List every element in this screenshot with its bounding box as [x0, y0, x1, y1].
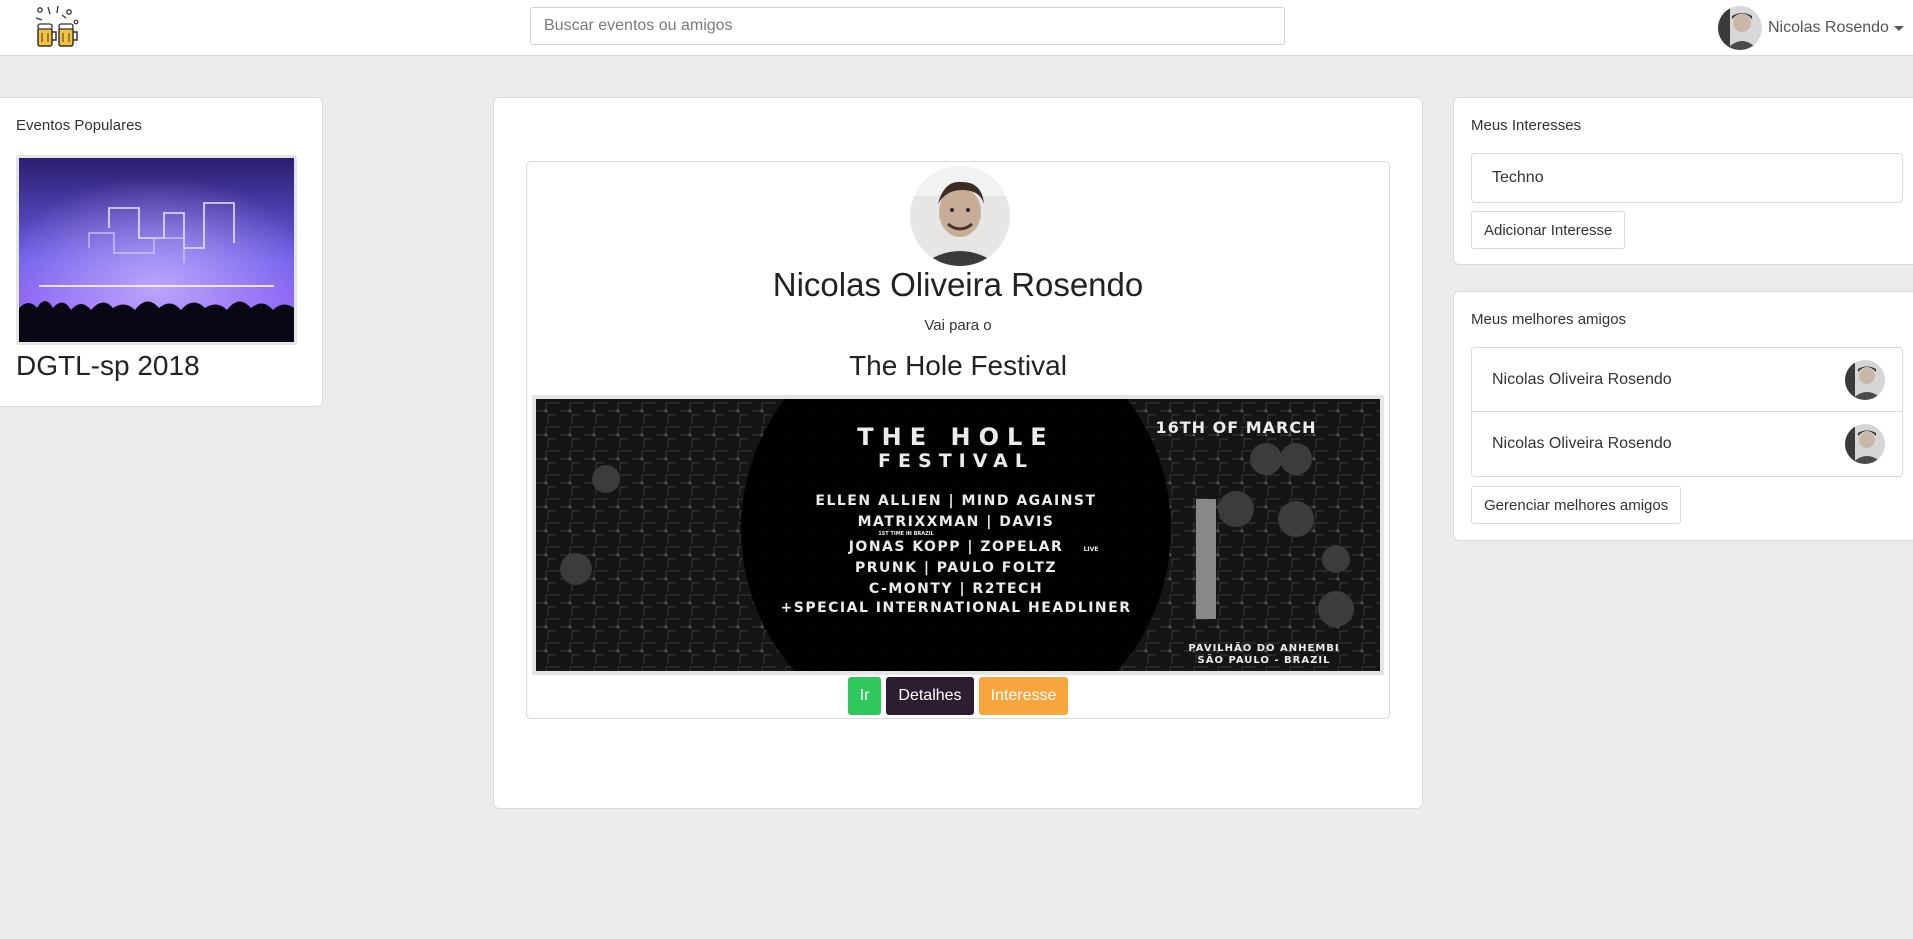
avatar[interactable] [910, 166, 1010, 266]
interests-card: Meus Interesses Techno Adicionar Interes… [1453, 97, 1913, 265]
user-menu-dropdown[interactable]: Nicolas Rosendo [1718, 4, 1904, 52]
feed-person-name[interactable]: Nicolas Oliveira Rosendo [527, 266, 1389, 304]
top-navbar: Nicolas Rosendo [0, 0, 1913, 56]
manage-best-friends-button[interactable]: Gerenciar melhores amigos [1471, 486, 1682, 524]
popular-event-image[interactable] [16, 155, 297, 345]
beer-celebration-logo-icon[interactable] [32, 4, 82, 50]
friend-name: Nicolas Oliveira Rosendo [1492, 435, 1672, 452]
poster-live-tag: LIVE [1084, 546, 1099, 553]
interest-item[interactable]: Techno [1472, 154, 1902, 202]
feed-action-text: Vai para o [924, 317, 992, 334]
popular-events-card: Eventos Populares DGTL-sp 2018 [0, 97, 323, 407]
user-name: Nicolas Rosendo [1768, 19, 1889, 36]
details-button[interactable]: Detalhes [886, 677, 974, 715]
poster-lineup-1: ELLEN ALLIEN | MIND AGAINST [815, 493, 1096, 509]
interests-title: Meus Interesses [1471, 117, 1582, 134]
add-interest-button[interactable]: Adicionar Interesse [1471, 211, 1626, 249]
go-button[interactable]: Ir [847, 677, 882, 715]
poster-title-line2: FESTIVAL [878, 450, 1034, 472]
feed-card: Nicolas Oliveira Rosendo Vai para o The … [493, 97, 1423, 809]
list-item[interactable]: Nicolas Oliveira Rosendo [1472, 348, 1902, 412]
avatar [1718, 6, 1762, 50]
interest-button[interactable]: Interesse [978, 677, 1069, 715]
avatar [1845, 359, 1885, 400]
poster-date: 16TH OF MARCH [1156, 418, 1317, 437]
feed-event-name[interactable]: The Hole Festival [527, 350, 1389, 382]
poster-note: 1ST TIME IN BRAZIL [878, 531, 934, 537]
poster-lineup-4: PRUNK | PAULO FOLTZ [855, 560, 1057, 576]
best-friends-card: Meus melhores amigos Nicolas Oliveira Ro… [1453, 291, 1913, 541]
event-poster[interactable]: THE HOLE FESTIVAL ELLEN ALLIEN | MIND AG… [532, 395, 1384, 675]
search-input[interactable] [530, 7, 1285, 45]
chevron-down-icon [1893, 25, 1904, 31]
poster-venue: PAVILHÃO DO ANHEMBI [1188, 641, 1339, 654]
popular-event-name[interactable]: DGTL-sp 2018 [16, 350, 200, 382]
feed-post: Nicolas Oliveira Rosendo Vai para o The … [526, 161, 1390, 719]
friend-name: Nicolas Oliveira Rosendo [1492, 370, 1672, 388]
list-item[interactable]: Nicolas Oliveira Rosendo [1472, 412, 1902, 476]
poster-lineup-5: C-MONTY | R2TECH [869, 581, 1043, 597]
best-friends-list: Nicolas Oliveira Rosendo Nicolas Oliveir… [1471, 347, 1903, 477]
poster-lineup-2: MATRIXXMAN | DAVIS [858, 514, 1055, 530]
poster-title-line1: THE HOLE [857, 423, 1054, 451]
poster-city: SÃO PAULO - BRAZIL [1198, 653, 1331, 666]
avatar [1845, 424, 1885, 464]
poster-lineup-3: JONAS KOPP | ZOPELAR [848, 539, 1064, 555]
popular-events-title: Eventos Populares [16, 117, 142, 134]
best-friends-title: Meus melhores amigos [1471, 311, 1627, 328]
poster-lineup-6: +SPECIAL INTERNATIONAL HEADLINER [781, 600, 1132, 616]
feed-action-buttons: Ir Detalhes Interesse [527, 677, 1389, 715]
interests-list: Techno [1471, 153, 1903, 203]
